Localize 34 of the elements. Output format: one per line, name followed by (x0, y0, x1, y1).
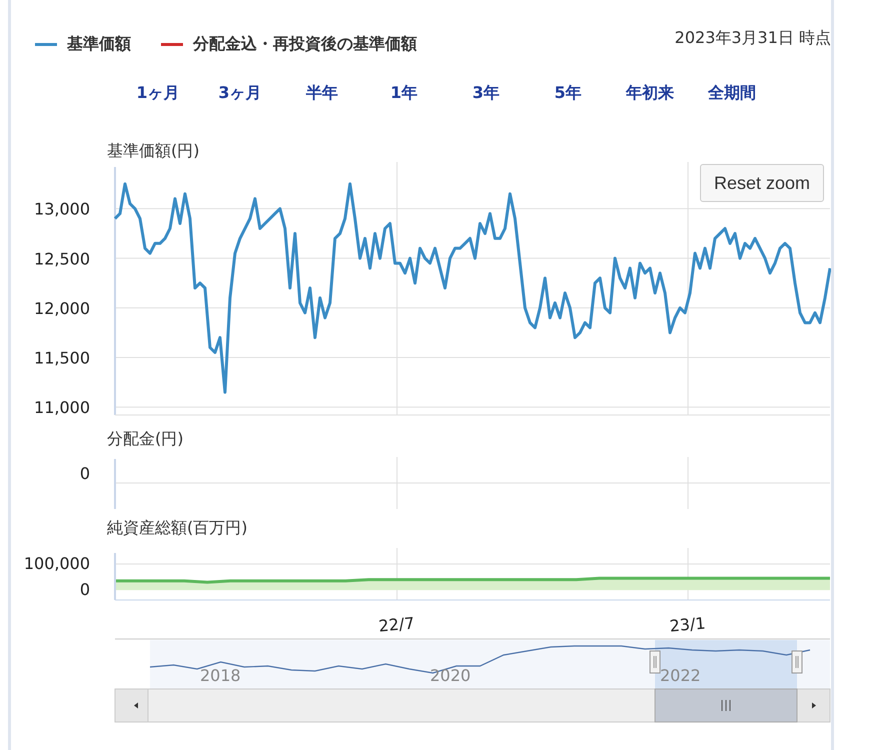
as-of-date: 2023年3月31日 時点 (674, 28, 831, 49)
year-label: 2018 (200, 666, 241, 685)
scroll-right-button[interactable] (796, 688, 830, 722)
range-button[interactable]: 半年 (281, 83, 363, 104)
chart-title: 純資産総額(百万円) (107, 518, 248, 539)
range-button[interactable]: 全期間 (691, 83, 773, 104)
year-label: 2020 (430, 666, 471, 685)
axis-label: 23/1 (668, 614, 706, 636)
legend-label[interactable]: 分配金込・再投資後の基準価額 (193, 34, 417, 55)
navigator-handle[interactable] (650, 650, 660, 674)
axis-label: 22/7 (378, 614, 416, 636)
range-button[interactable]: 1年 (363, 83, 445, 104)
range-button[interactable]: 5年 (527, 83, 609, 104)
axis-label: 0 (80, 580, 90, 600)
range-button[interactable]: 1ヶ月 (117, 83, 199, 104)
chart-title: 分配金(円) (107, 429, 184, 450)
axis-label: 11,500 (34, 348, 90, 368)
scrollbar-thumb[interactable] (654, 688, 798, 722)
axis-label: 0 (80, 464, 90, 483)
navigator-selection[interactable] (655, 640, 797, 689)
legend-label[interactable]: 基準価額 (67, 34, 131, 55)
range-button[interactable]: 3年 (445, 83, 527, 104)
chart-title: 基準価額(円) (107, 141, 200, 162)
range-button[interactable]: 3ヶ月 (199, 83, 281, 104)
axis-label: 100,000 (24, 554, 90, 573)
range-button[interactable]: 年初来 (609, 83, 691, 104)
reset-zoom-button[interactable]: Reset zoom (700, 164, 824, 202)
axis-label: 12,500 (34, 249, 90, 268)
scroll-left-button[interactable] (114, 688, 148, 722)
year-label: 2022 (660, 666, 701, 685)
navigator-handle[interactable] (792, 650, 802, 674)
axis-label: 13,000 (34, 200, 90, 219)
axis-label: 11,000 (34, 398, 90, 418)
axis-label: 12,000 (34, 298, 90, 318)
